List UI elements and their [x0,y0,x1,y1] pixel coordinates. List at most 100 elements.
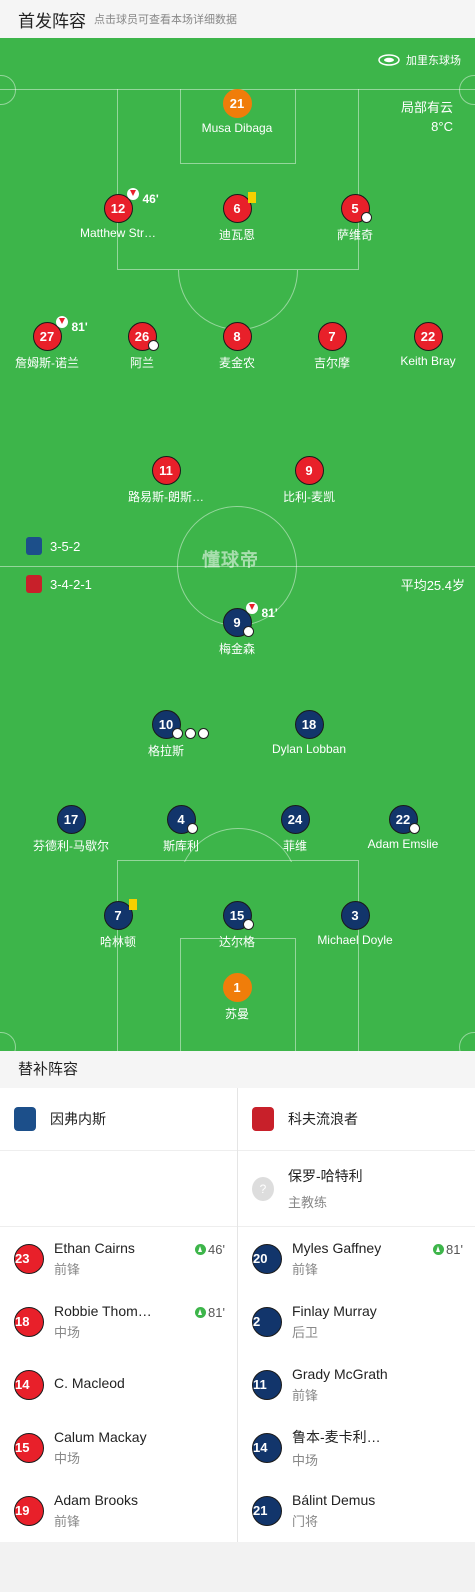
home-team-header[interactable]: 因弗内斯 [0,1088,237,1151]
sub-number: 14 [252,1432,282,1463]
yellow-card-icon [128,899,137,910]
sub-player-row[interactable]: 19 Adam Brooks 前锋 [0,1479,237,1542]
home-team-logo [14,1107,36,1131]
away-player[interactable]: 10 格拉斯 [106,710,226,759]
lineup-title: 首发阵容 [18,11,86,31]
sub-in-icon [195,1244,207,1255]
away-subs-column: 科夫流浪者 ? 保罗-哈特利 主教练 20 Myles Gaffney 前锋 81'… [238,1088,475,1542]
away-player[interactable]: 3 Michael Doyle [295,901,415,947]
sub-position: 前锋 [292,1261,319,1277]
sub-name: Grady McGrath [292,1365,388,1382]
player-number: 3 [340,901,370,930]
sub-player-row[interactable]: 21 Bálint Demus 门将 [238,1479,475,1542]
yellow-card-icon [247,192,256,203]
away-player[interactable]: 22 Adam Emslie [343,805,463,851]
sub-name: Finlay Murray [292,1302,377,1319]
sub-player-row[interactable]: 15 Calum Mackay 中场 [0,1416,237,1479]
away-coach[interactable]: ? 保罗-哈特利 主教练 [238,1151,475,1227]
coach-role: 主教练 [288,1195,328,1210]
home-player[interactable]: 22 Keith Bray [368,322,475,368]
sub-player-row[interactable]: 2 Finlay Murray 后卫 [238,1290,475,1353]
player-number: 21 [222,89,252,118]
stadium-info: 加里东球场 [378,52,461,68]
player-name: 菲维 [282,839,307,853]
lineup-header: 首发阵容 点击球员可查看本场详细数据 [0,0,475,38]
sub-off-icon [55,316,68,328]
sub-player-row[interactable]: 18 Robbie Thom… 中场 81' [0,1290,237,1353]
away-player[interactable]: 9 81' 梅金森 [177,602,297,657]
player-number: 9 81' [222,602,278,637]
home-player[interactable]: 5 萨维奇 [295,194,415,243]
sub-player-row[interactable]: 20 Myles Gaffney 前锋 81' [238,1227,475,1290]
away-player[interactable]: 24 菲维 [235,805,355,854]
away-team-header[interactable]: 科夫流浪者 [238,1088,475,1151]
sub-position: 前锋 [292,1387,319,1403]
sub-number: 2 [252,1306,282,1337]
player-number: 12 46' [103,188,159,223]
player-name: 萨维奇 [336,228,373,242]
sub-name: Calum Mackay [54,1428,147,1445]
player-number: 1 [222,973,252,1002]
player-name: 格拉斯 [147,744,184,758]
home-player[interactable]: 9 比利-麦凯 [249,456,369,505]
home-player[interactable]: 11 路易斯-朗斯… [106,456,226,505]
player-number: 27 81' [32,316,88,351]
sub-off-icon [245,602,258,614]
assist-icon [184,728,196,739]
sub-position: 门将 [292,1513,319,1529]
player-number: 11 [151,456,181,485]
player-name: 苏曼 [224,1007,249,1021]
sub-time: 46' [142,192,159,206]
sub-player-row[interactable]: 14 C. Macleod [0,1353,237,1416]
goal-icon [242,626,254,637]
coach-name: 保罗-哈特利 [288,1168,363,1184]
temperature: 8°C [431,119,453,134]
sub-number: 23 [14,1243,44,1274]
sub-player-row[interactable]: 14 鲁本-麦卡利… 中场 [238,1416,475,1479]
away-formation-text: 3-4-2-1 [50,576,92,592]
sub-name: Myles Gaffney [292,1239,382,1256]
home-subs-column: 因弗内斯 23 Ethan Cairns 前锋 46' 18 Robbie Tho… [0,1088,238,1542]
sub-player-row[interactable]: 11 Grady McGrath 前锋 [238,1353,475,1416]
player-name: Dylan Lobban [271,742,347,756]
player-number: 8 [222,322,252,351]
player-name: 比利-麦凯 [283,490,335,504]
away-player[interactable]: 7 哈林顿 [58,899,178,950]
sub-player-row[interactable]: 23 Ethan Cairns 前锋 46' [0,1227,237,1290]
sub-number: 19 [14,1495,44,1526]
average-age: 平均25.4岁 [400,578,465,593]
away-player-gk[interactable]: 1 苏曼 [177,973,297,1022]
sub-number: 15 [14,1432,44,1463]
player-number: 10 [151,710,209,739]
player-number: 5 [340,194,372,223]
player-name: 哈林顿 [99,935,136,949]
sub-number: 11 [252,1369,282,1400]
goal-icon [171,728,183,739]
sub-name: Ethan Cairns [54,1239,135,1256]
home-team-name: 因弗内斯 [50,1111,106,1127]
away-team-name: 科夫流浪者 [288,1111,358,1127]
sub-position: 中场 [54,1450,81,1466]
player-number: 24 [280,805,310,834]
home-player[interactable]: 6 迪瓦恩 [177,192,297,243]
away-player[interactable]: 18 Dylan Lobban [249,710,369,756]
home-player[interactable]: 12 46' Matthew Str… [58,188,178,240]
player-name: Michael Doyle [317,933,393,947]
sub-number: 20 [252,1243,282,1274]
player-name: 迪瓦恩 [218,228,255,242]
player-number: 26 [127,322,159,351]
home-player-gk[interactable]: 21 Musa Dibaga [177,89,297,135]
sub-in-time: 81' [433,1242,463,1257]
page-footer [0,1542,475,1592]
player-number: 22 [413,322,443,351]
away-player[interactable]: 4 斯库利 [121,805,241,854]
player-name: Adam Emslie [367,837,439,851]
player-number: 7 [317,322,347,351]
sub-name: C. Macleod [54,1375,125,1391]
away-player[interactable]: 17 芬德利-马歇尔 [11,805,131,854]
goal-icon [408,823,420,834]
away-player[interactable]: 15 达尔格 [177,901,297,950]
player-name: Musa Dibaga [201,121,273,135]
subs-panel: 因弗内斯 23 Ethan Cairns 前锋 46' 18 Robbie Tho… [0,1088,475,1542]
player-number: 15 [222,901,254,930]
